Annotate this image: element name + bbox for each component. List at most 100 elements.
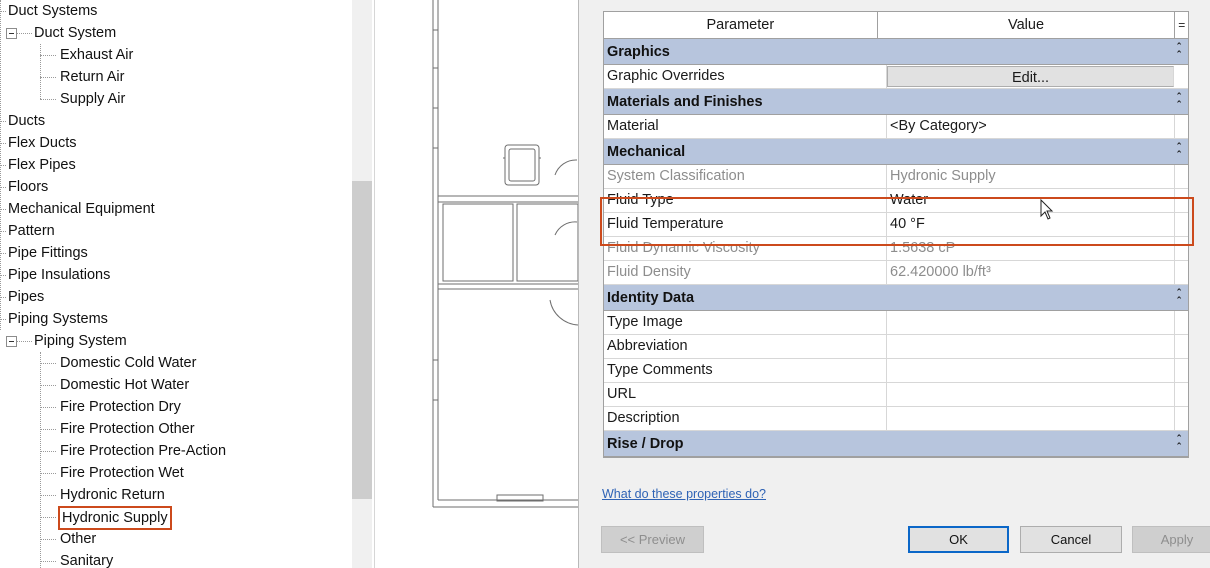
tree-scrollbar-thumb[interactable]	[352, 181, 372, 499]
tree-item[interactable]: Fire Protection Pre-Action	[58, 440, 228, 462]
tree-item[interactable]: Sanitary	[58, 550, 115, 568]
property-row: Graphic Overrides Edit...	[604, 65, 1188, 89]
drawing-canvas[interactable]	[375, 0, 578, 568]
parameter-name: Type Comments	[604, 359, 887, 382]
tree-item[interactable]: Pattern	[6, 220, 57, 242]
parameter-value: 62.420000 lb/ft³	[887, 261, 1175, 284]
property-row: System Classification Hydronic Supply	[604, 165, 1188, 189]
ok-button[interactable]: OK	[908, 526, 1009, 553]
parameter-name: Fluid Density	[604, 261, 887, 284]
tree-item-label: Exhaust Air	[60, 47, 134, 63]
tree-item[interactable]: Duct System	[32, 22, 118, 44]
parameter-name: Material	[604, 115, 887, 138]
tree-item[interactable]: Hydronic Supply	[58, 506, 172, 530]
parameter-value[interactable]: <By Category>	[887, 115, 1175, 138]
tree-item-label: Pipe Insulations	[8, 267, 111, 283]
tree-item[interactable]: Other	[58, 528, 98, 550]
tree-item-label: Duct System	[34, 25, 117, 41]
parameter-name: Description	[604, 407, 887, 430]
tree-item-label: Flex Ducts	[8, 135, 77, 151]
tree-item-label: Return Air	[60, 69, 125, 85]
tree-item-label: Domestic Hot Water	[60, 377, 190, 393]
group-header[interactable]: Mechanical ˆ ˆ	[604, 139, 1188, 165]
group-header[interactable]: Rise / Drop ˆ ˆ	[604, 431, 1188, 457]
tree-item[interactable]: Ducts	[6, 110, 47, 132]
formula-cell	[1175, 383, 1188, 406]
group-header[interactable]: Identity Data ˆ ˆ	[604, 285, 1188, 311]
apply-button[interactable]: Apply	[1132, 526, 1210, 553]
tree-item[interactable]: Domestic Hot Water	[58, 374, 191, 396]
group-header[interactable]: Graphics ˆ ˆ	[604, 39, 1188, 65]
parameter-value[interactable]: 40 °F	[887, 213, 1175, 236]
edit-button[interactable]: Edit...	[887, 66, 1174, 87]
header-value[interactable]: Value	[878, 12, 1176, 38]
tree-item-label: Hydronic Return	[60, 487, 165, 503]
tree-item[interactable]: Piping System	[32, 330, 129, 352]
tree-item-label: Pipes	[8, 289, 45, 305]
header-eq[interactable]: =	[1175, 12, 1188, 38]
tree-item[interactable]: Piping Systems	[6, 308, 110, 330]
property-row: Material <By Category>	[604, 115, 1188, 139]
grid-header: Parameter Value =	[604, 12, 1188, 39]
tree-item[interactable]: Pipes	[6, 286, 46, 308]
parameter-name: System Classification	[604, 165, 887, 188]
group-title: Identity Data	[607, 289, 695, 306]
tree-item[interactable]: Fire Protection Wet	[58, 462, 186, 484]
tree-item[interactable]: Mechanical Equipment	[6, 198, 157, 220]
cancel-button[interactable]: Cancel	[1020, 526, 1122, 553]
parameter-value[interactable]	[887, 359, 1175, 382]
tree-item[interactable]: Domestic Cold Water	[58, 352, 198, 374]
property-row: Type Comments	[604, 359, 1188, 383]
tree-item-label: Fire Protection Pre-Action	[60, 443, 227, 459]
parameter-value: Hydronic Supply	[887, 165, 1175, 188]
tree-item-label: Fire Protection Dry	[60, 399, 181, 415]
tree-item[interactable]: Flex Pipes	[6, 154, 78, 176]
parameter-value[interactable]: Water	[887, 189, 1175, 212]
parameter-value: 1.5638 cP	[887, 237, 1175, 260]
parameter-value[interactable]	[887, 311, 1175, 334]
parameter-name: Graphic Overrides	[604, 65, 887, 88]
properties-grid: Parameter Value = Graphics ˆ ˆ Graphic Over…	[603, 11, 1189, 458]
tree-item[interactable]: Exhaust Air	[58, 44, 135, 66]
collapse-icon[interactable]	[6, 336, 17, 347]
tree-item-label: Domestic Cold Water	[60, 355, 197, 371]
parameter-value[interactable]	[887, 335, 1175, 358]
group-title: Materials and Finishes	[607, 93, 763, 110]
tree-item[interactable]: Hydronic Return	[58, 484, 167, 506]
parameter-name: Fluid Dynamic Viscosity	[604, 237, 887, 260]
property-row: Abbreviation	[604, 335, 1188, 359]
tree-item[interactable]: Flex Ducts	[6, 132, 79, 154]
tree-item[interactable]: Floors	[6, 176, 50, 198]
property-row: Description	[604, 407, 1188, 431]
property-row: Fluid Dynamic Viscosity 1.5638 cP	[604, 237, 1188, 261]
tree-item[interactable]: Return Air	[58, 66, 126, 88]
parameter-value[interactable]	[887, 407, 1175, 430]
collapse-icon[interactable]	[6, 28, 17, 39]
formula-cell	[1175, 237, 1188, 260]
tree-item-label: Fire Protection Wet	[60, 465, 184, 481]
tree-item[interactable]: Fire Protection Other	[58, 418, 197, 440]
tree-item[interactable]: Fire Protection Dry	[58, 396, 183, 418]
tree-item-label-selected: Hydronic Supply	[58, 506, 172, 530]
help-link[interactable]: What do these properties do?	[602, 487, 766, 501]
tree-item-label: Piping System	[34, 333, 127, 349]
group-header[interactable]: Materials and Finishes ˆ ˆ	[604, 89, 1188, 115]
tree-item[interactable]: Supply Air	[58, 88, 127, 110]
collapse-chevron-icon[interactable]: ˆˆ	[1174, 288, 1184, 307]
formula-cell	[1175, 213, 1188, 236]
tree-item[interactable]: Duct Systems	[6, 0, 99, 22]
tree-item[interactable]: Pipe Insulations	[6, 264, 112, 286]
collapse-chevron-icon[interactable]: ˆˆ	[1174, 142, 1184, 161]
preview-button[interactable]: << Preview	[601, 526, 704, 553]
header-parameter[interactable]: Parameter	[604, 12, 878, 38]
parameter-value[interactable]	[887, 383, 1175, 406]
tree-item-label: Pipe Fittings	[8, 245, 88, 261]
collapse-chevron-icon[interactable]: ˆˆ	[1174, 92, 1184, 111]
group-title: Graphics	[607, 43, 670, 60]
formula-cell	[1175, 359, 1188, 382]
collapse-chevron-icon[interactable]: ˆˆ	[1174, 42, 1184, 61]
tree-item[interactable]: Pipe Fittings	[6, 242, 90, 264]
collapse-chevron-icon[interactable]: ˆˆ	[1174, 434, 1184, 453]
tree-item-label: Supply Air	[60, 91, 126, 107]
property-row: Fluid Temperature 40 °F	[604, 213, 1188, 237]
